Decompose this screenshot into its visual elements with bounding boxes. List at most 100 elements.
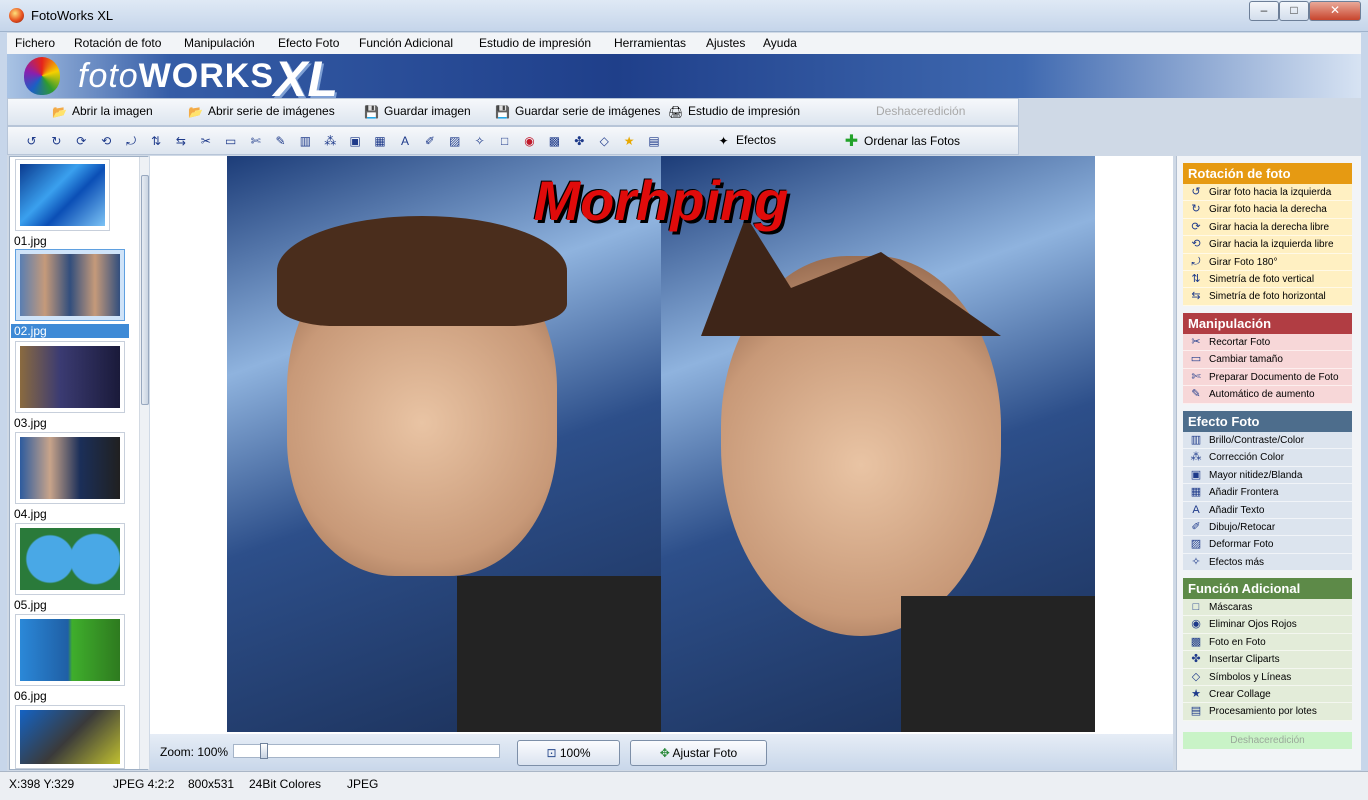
menu-efecto-foto[interactable]: Efecto Foto xyxy=(278,36,339,50)
open-image-button[interactable]: 📂 Abrir la imagen xyxy=(52,104,153,122)
color-correction-icon[interactable]: ⁂ xyxy=(322,133,339,150)
zoom-100-button[interactable]: ⊡ 100% xyxy=(517,740,620,766)
menu-funcion-adicional[interactable]: Función Adicional xyxy=(359,36,453,50)
thumbnail-label[interactable]: 06.jpg xyxy=(14,689,47,703)
task-item[interactable]: ↺ Girar foto hacia la izquierda xyxy=(1183,184,1352,202)
sharpen-icon[interactable]: ▣ xyxy=(347,133,364,150)
thumbnail-label[interactable]: 01.jpg xyxy=(14,234,47,248)
task-item[interactable]: ▥ Brillo/Contraste/Color xyxy=(1183,432,1352,450)
frame-icon[interactable]: ▦ xyxy=(372,133,389,150)
task-item[interactable]: ⟳ Girar hacia la derecha libre xyxy=(1183,218,1352,237)
prepare-document-icon[interactable]: ✄ xyxy=(247,133,264,150)
undo-button[interactable]: Deshaceredición xyxy=(856,104,965,122)
rotate-right-icon[interactable]: ↻ xyxy=(48,133,65,150)
rotate-free-left-icon[interactable]: ⟲ xyxy=(98,133,115,150)
fit-photo-button[interactable]: ✥ Ajustar Foto xyxy=(630,740,767,766)
text-icon[interactable]: A xyxy=(397,133,414,150)
thumbnail-01[interactable] xyxy=(15,159,110,231)
thumbnail-03[interactable] xyxy=(15,341,125,413)
section-header[interactable]: Manipulación xyxy=(1183,313,1352,334)
mask-icon[interactable]: □ xyxy=(496,133,513,150)
task-item[interactable]: ▣ Mayor nitidez/Blanda xyxy=(1183,466,1352,485)
sort-photos-button[interactable]: ✚ Ordenar las Fotos xyxy=(844,134,960,152)
thumbnail-06[interactable] xyxy=(15,614,125,686)
red-eye-icon[interactable]: ◉ xyxy=(521,133,538,150)
task-item[interactable]: ◉ Eliminar Ojos Rojos xyxy=(1183,616,1352,634)
task-item[interactable]: ⤾ Girar Foto 180° xyxy=(1183,253,1352,271)
menu-herramientas[interactable]: Herramientas xyxy=(614,36,686,50)
collage-icon[interactable]: ★ xyxy=(621,133,638,150)
menu-rotacion[interactable]: Rotación de foto xyxy=(74,36,161,50)
rotate-180-icon[interactable]: ⤾ xyxy=(123,133,140,150)
task-item[interactable]: ✤ Insertar Cliparts xyxy=(1183,651,1352,669)
brightness-icon[interactable]: ▥ xyxy=(297,133,314,150)
task-item[interactable]: ✎ Automático de aumento xyxy=(1183,386,1352,404)
scrollbar-thumb[interactable] xyxy=(141,175,149,405)
thumbnail-07[interactable] xyxy=(15,705,125,769)
thumbnail-label[interactable]: 05.jpg xyxy=(14,598,47,612)
task-icon: □ xyxy=(1192,601,1200,613)
section-header[interactable]: Rotación de foto xyxy=(1183,163,1352,184)
photo-canvas[interactable]: Morhping xyxy=(227,156,1095,732)
deform-icon[interactable]: ▨ xyxy=(446,133,463,150)
thumbnail-label[interactable]: 02.jpg xyxy=(11,324,129,338)
retouch-icon[interactable]: ✐ xyxy=(421,133,438,150)
task-item[interactable]: ⁂ Corrección Color xyxy=(1183,449,1352,467)
task-label: Brillo/Contraste/Color xyxy=(1209,435,1305,446)
batch-icon[interactable]: ▤ xyxy=(646,133,663,150)
task-item[interactable]: ▦ Añadir Frontera xyxy=(1183,484,1352,502)
task-item[interactable]: ✧ Efectos más xyxy=(1183,553,1352,572)
thumbnail-04[interactable] xyxy=(15,432,125,504)
zoom-slider-knob[interactable] xyxy=(260,743,268,759)
resize-icon[interactable]: ▭ xyxy=(222,133,239,150)
effects-button[interactable]: ✦ Efectos xyxy=(716,133,776,151)
rotate-free-right-icon[interactable]: ⟳ xyxy=(73,133,90,150)
save-series-button[interactable]: 💾 Guardar serie de imágenes xyxy=(495,104,660,122)
thumbnail-scrollbar[interactable] xyxy=(139,157,149,769)
task-item[interactable]: ↻ Girar foto hacia la derecha xyxy=(1183,201,1352,219)
task-item[interactable]: ✂ Recortar Foto xyxy=(1183,334,1352,352)
save-series-icon: 💾 xyxy=(495,105,510,119)
thumbnail-label[interactable]: 03.jpg xyxy=(14,416,47,430)
task-item[interactable]: ▭ Cambiar tamaño xyxy=(1183,351,1352,369)
panel-undo-button[interactable]: Deshaceredición xyxy=(1183,732,1352,749)
auto-enhance-icon[interactable]: ✎ xyxy=(272,133,289,150)
task-item[interactable]: ✄ Preparar Documento de Foto xyxy=(1183,368,1352,387)
task-item[interactable]: A Añadir Texto xyxy=(1183,501,1352,519)
more-effects-icon[interactable]: ✧ xyxy=(471,133,488,150)
minimize-button[interactable]: – xyxy=(1249,1,1279,21)
zoom-slider[interactable] xyxy=(233,743,500,759)
task-item[interactable]: ✐ Dibujo/Retocar xyxy=(1183,518,1352,537)
print-studio-button[interactable]: 🖨 Estudio de impresión xyxy=(668,104,800,122)
mirror-vertical-icon[interactable]: ⇅ xyxy=(148,133,165,150)
crop-icon[interactable]: ✂ xyxy=(197,133,214,150)
menu-ayuda[interactable]: Ayuda xyxy=(763,36,797,50)
thumbnail-05[interactable] xyxy=(15,523,125,595)
menu-ajustes[interactable]: Ajustes xyxy=(706,36,745,50)
task-item[interactable]: ▨ Deformar Foto xyxy=(1183,536,1352,554)
clipart-icon[interactable]: ✤ xyxy=(571,133,588,150)
task-item[interactable]: ★ Crear Collage xyxy=(1183,685,1352,704)
task-item[interactable]: ▤ Procesamiento por lotes xyxy=(1183,703,1352,721)
task-item[interactable]: □ Máscaras xyxy=(1183,599,1352,617)
mirror-horizontal-icon[interactable]: ⇆ xyxy=(172,133,189,150)
task-item[interactable]: ⇅ Simetría de foto vertical xyxy=(1183,270,1352,289)
menu-manipulacion[interactable]: Manipulación xyxy=(184,36,255,50)
thumbnail-02[interactable] xyxy=(15,249,125,321)
task-item[interactable]: ◇ Símbolos y Líneas xyxy=(1183,668,1352,686)
photo-in-photo-icon[interactable]: ▩ xyxy=(546,133,563,150)
task-item[interactable]: ▩ Foto en Foto xyxy=(1183,633,1352,652)
menu-fichero[interactable]: Fichero xyxy=(15,36,55,50)
task-item[interactable]: ⟲ Girar hacia la izquierda libre xyxy=(1183,236,1352,254)
thumbnail-label[interactable]: 04.jpg xyxy=(14,507,47,521)
rotate-left-icon[interactable]: ↺ xyxy=(23,133,40,150)
open-series-button[interactable]: 📂 Abrir serie de imágenes xyxy=(188,104,335,122)
menu-estudio-impresion[interactable]: Estudio de impresión xyxy=(479,36,591,50)
symbols-icon[interactable]: ◇ xyxy=(596,133,613,150)
maximize-button[interactable]: □ xyxy=(1279,1,1309,21)
section-header[interactable]: Función Adicional xyxy=(1183,578,1352,599)
save-image-button[interactable]: 💾 Guardar imagen xyxy=(364,104,471,122)
close-button[interactable]: ✕ xyxy=(1309,1,1361,21)
section-header[interactable]: Efecto Foto xyxy=(1183,411,1352,432)
task-item[interactable]: ⇆ Simetría de foto horizontal xyxy=(1183,288,1352,306)
